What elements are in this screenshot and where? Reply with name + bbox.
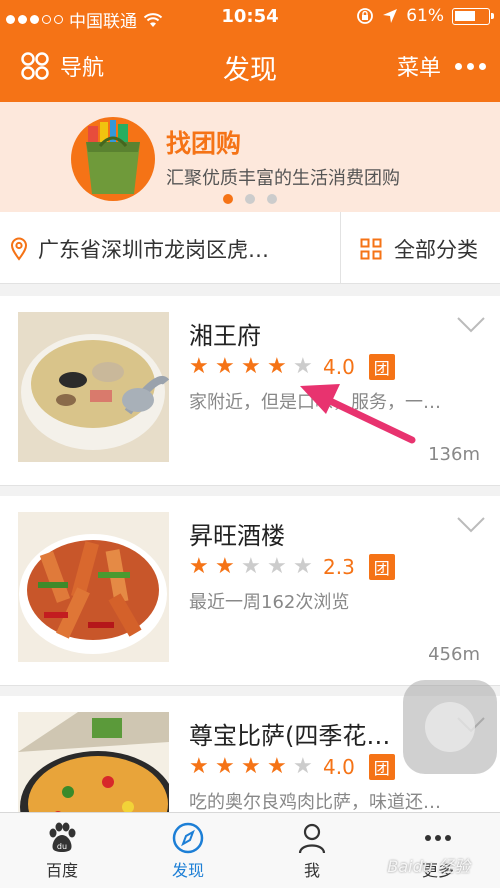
star-icon: ★	[293, 754, 313, 779]
restaurant-desc: 最近一周162次浏览	[189, 592, 350, 613]
nav-bar: 导航 发现 菜单	[0, 34, 500, 102]
tab-discover[interactable]: 发现	[138, 819, 238, 881]
restaurant-photo	[18, 312, 169, 462]
location-address: 广东省深圳市龙岗区虎…	[38, 238, 269, 262]
top-bar: 中国联通 10:54 61% 导航 发现 菜单	[0, 0, 500, 102]
restaurant-desc: 吃的奥尔良鸡肉比萨，味道还…	[189, 792, 441, 813]
menu-label: 菜单	[396, 56, 441, 81]
menu-button[interactable]: 菜单	[397, 50, 486, 82]
assistive-touch-button[interactable]	[403, 680, 497, 774]
pager-dot[interactable]	[245, 194, 255, 204]
star-icon: ★	[293, 354, 313, 379]
group-buy-badge: 团	[368, 754, 395, 780]
list-item[interactable]: 昇旺酒楼 ★ ★ ★ ★ ★ 2.3 团 最近一周162次浏览 456m	[0, 496, 500, 686]
more-dots-icon	[455, 62, 486, 70]
status-right: 61%	[356, 6, 494, 26]
list-item[interactable]: 湘王府 ★ ★ ★ ★ ★ 4.0 团 家附近，但是口味，服务，一… 136m	[0, 296, 500, 486]
category-selector[interactable]: 全部分类	[360, 234, 478, 264]
star-icon: ★	[215, 554, 235, 579]
rotation-lock-icon	[357, 8, 374, 24]
compass-icon	[172, 822, 204, 854]
tab-label: 百度	[45, 861, 78, 880]
star-icon: ★	[241, 354, 261, 379]
restaurant-photo	[18, 512, 169, 662]
rating-stars: ★ ★ ★ ★ ★ 4.0 团	[189, 754, 395, 780]
restaurant-name: 湘王府	[189, 322, 261, 350]
baidu-paw-icon: du	[49, 822, 76, 852]
more-dots-icon	[425, 835, 451, 841]
distance: 136m	[428, 444, 480, 465]
tab-label: 我	[303, 861, 320, 880]
pager-dot[interactable]	[223, 194, 233, 204]
status-bar: 中国联通 10:54 61%	[0, 0, 500, 34]
svg-text:du: du	[57, 842, 67, 851]
tab-bar: du 百度 发现 我 更多 Baidu 经验	[0, 812, 500, 888]
banner-pager[interactable]	[0, 194, 500, 204]
rating-value: 4.0	[323, 755, 355, 779]
distance: 456m	[428, 644, 480, 665]
star-icon: ★	[241, 554, 261, 579]
category-label: 全部分类	[394, 238, 478, 262]
star-icon: ★	[241, 754, 261, 779]
restaurant-name: 尊宝比萨(四季花…	[189, 722, 391, 750]
star-icon: ★	[267, 554, 287, 579]
star-icon: ★	[189, 354, 209, 379]
star-icon: ★	[189, 554, 209, 579]
battery-percent: 61%	[406, 6, 444, 26]
rating-stars: ★ ★ ★ ★ ★ 2.3 团	[189, 554, 395, 580]
rating-stars: ★ ★ ★ ★ ★ 4.0 团	[189, 354, 395, 380]
group-buy-badge: 团	[368, 354, 395, 380]
star-icon: ★	[267, 754, 287, 779]
category-grid-icon	[360, 238, 382, 260]
rating-value: 4.0	[323, 355, 355, 379]
chevron-down-icon[interactable]	[456, 316, 486, 334]
tab-baidu[interactable]: du 百度	[12, 819, 112, 881]
star-icon: ★	[267, 354, 287, 379]
tab-label: 发现	[171, 861, 204, 880]
tab-me[interactable]: 我	[262, 819, 362, 881]
star-icon: ★	[293, 554, 313, 579]
watermark: Baidu 经验	[387, 857, 470, 876]
location-pin-icon	[10, 237, 28, 261]
location-arrow-icon	[383, 9, 398, 23]
restaurant-name: 昇旺酒楼	[189, 522, 285, 550]
star-icon: ★	[215, 354, 235, 379]
star-icon: ★	[215, 754, 235, 779]
star-icon: ★	[189, 754, 209, 779]
location-selector[interactable]: 广东省深圳市龙岗区虎…	[10, 234, 269, 264]
rating-value: 2.3	[323, 555, 355, 579]
filter-row: 广东省深圳市龙岗区虎… 全部分类	[0, 212, 500, 284]
divider	[340, 212, 341, 284]
pager-dot[interactable]	[267, 194, 277, 204]
restaurant-desc: 家附近，但是口味，服务，一…	[189, 392, 441, 413]
banner-title: 找团购	[166, 129, 242, 158]
group-buy-badge: 团	[368, 554, 395, 580]
battery-icon	[452, 7, 494, 25]
person-icon	[298, 823, 326, 854]
chevron-down-icon[interactable]	[456, 516, 486, 534]
shopping-bag-icon	[71, 117, 155, 201]
promo-banner[interactable]: 找团购 汇聚优质丰富的生活消费团购	[0, 102, 500, 212]
banner-subtitle: 汇聚优质丰富的生活消费团购	[166, 168, 400, 189]
